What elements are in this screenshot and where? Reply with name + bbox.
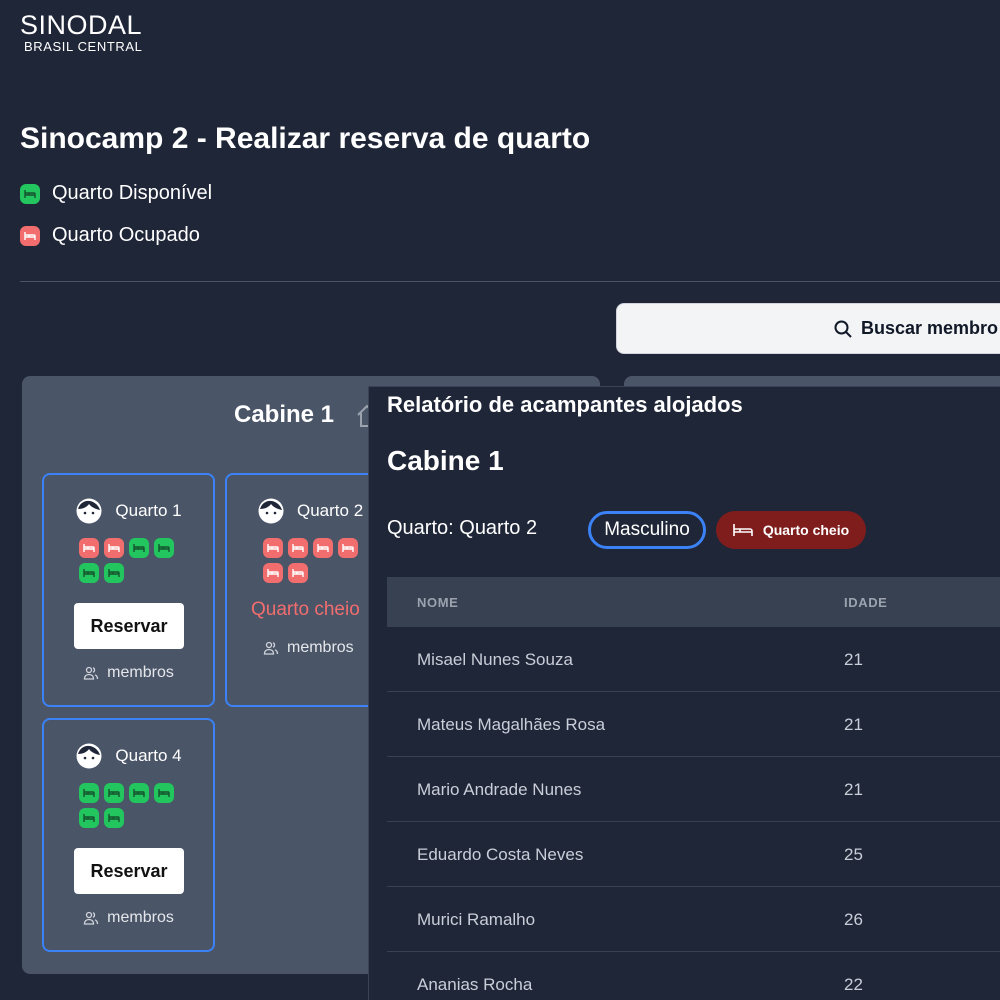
room-beds [79, 538, 189, 583]
row-name: Mario Andrade Nunes [417, 780, 582, 799]
table-row: Mario Andrade Nunes 21 [387, 757, 1000, 822]
bed-occupied-icon [288, 563, 308, 583]
brand-name: SINODAL [20, 10, 143, 40]
bed-available-icon [79, 783, 99, 803]
room-name: Quarto 4 [115, 746, 182, 765]
row-age: 22 [844, 975, 863, 994]
report-room-label: Quarto: Quarto 2 [387, 517, 538, 539]
brand-sub: BRASIL CENTRAL [24, 39, 143, 54]
boy-face-icon [76, 498, 102, 524]
room-name: Quarto 1 [115, 501, 182, 520]
room-full-text: Quarto cheio [251, 599, 360, 620]
legend-available: Quarto Disponível [20, 182, 212, 205]
room-beds [79, 783, 189, 828]
row-age: 25 [844, 845, 863, 864]
search-member-button[interactable]: Buscar membro [616, 303, 1000, 354]
bed-occupied-icon [263, 538, 283, 558]
table-body: Misael Nunes Souza 21 Mateus Magalhães R… [387, 627, 1000, 1000]
bed-available-icon [154, 783, 174, 803]
table-row: Misael Nunes Souza 21 [387, 627, 1000, 692]
bed-available-icon [129, 538, 149, 558]
users-icon [84, 911, 99, 925]
row-name: Mateus Magalhães Rosa [417, 715, 606, 734]
users-icon [84, 666, 99, 680]
brand-logo: SINODAL BRASIL CENTRAL [20, 10, 142, 54]
users-icon [263, 641, 279, 655]
room-card-1[interactable]: Quarto 1 Reservar membros [42, 473, 215, 707]
members-label: membros [287, 639, 354, 656]
room-card-4[interactable]: Quarto 4 Reservar membros [42, 718, 215, 952]
report-panel: Relatório de acampantes alojados Cabine … [368, 386, 1000, 1000]
boy-face-icon [76, 743, 102, 769]
bed-available-icon [20, 183, 40, 204]
table-row: Ananias Rocha 22 [387, 952, 1000, 1000]
row-age: 21 [844, 780, 863, 799]
table-header: NOME IDADE [387, 577, 1000, 627]
cabin-title: Cabine 1 [234, 401, 335, 428]
report-title: Relatório de acampantes alojados [387, 392, 743, 417]
table-row: Murici Ramalho 26 [387, 887, 1000, 952]
bed-available-icon [79, 808, 99, 828]
bed-occupied-icon [104, 538, 124, 558]
room-full-badge: Quarto cheio [716, 511, 866, 549]
row-age: 26 [844, 910, 863, 929]
search-icon [834, 320, 852, 338]
room-full-badge-label: Quarto cheio [762, 522, 850, 538]
legend-occupied: Quarto Ocupado [20, 224, 200, 247]
row-name: Misael Nunes Souza [417, 650, 573, 669]
room-name: Quarto 2 [297, 501, 364, 520]
bed-available-icon [104, 563, 124, 583]
bed-available-icon [104, 783, 124, 803]
table-row: Eduardo Costa Neves 25 [387, 822, 1000, 887]
row-age: 21 [844, 715, 863, 734]
bed-icon [733, 524, 753, 536]
boy-face-icon [258, 498, 284, 524]
reserve-button[interactable]: Reservar [74, 603, 184, 649]
row-age: 21 [844, 650, 863, 669]
bed-occupied-icon [263, 563, 283, 583]
bed-available-icon [79, 563, 99, 583]
search-member-label: Buscar membro [861, 318, 999, 338]
section-divider [20, 281, 1000, 282]
room-beds [263, 538, 373, 583]
row-name: Ananias Rocha [417, 975, 533, 994]
bed-available-icon [129, 783, 149, 803]
column-age: IDADE [844, 595, 888, 610]
members-label: membros [107, 909, 174, 926]
bed-occupied-icon [313, 538, 333, 558]
bed-occupied-icon [288, 538, 308, 558]
column-name: NOME [417, 595, 459, 610]
bed-occupied-icon [338, 538, 358, 558]
room-header: Quarto 4 [44, 742, 213, 770]
report-cabin-title: Cabine 1 [387, 445, 504, 476]
gender-badge: Masculino [588, 511, 706, 549]
bed-available-icon [154, 538, 174, 558]
bed-available-icon [104, 808, 124, 828]
bed-occupied-icon [20, 225, 40, 246]
legend-occupied-label: Quarto Ocupado [52, 224, 200, 246]
members-link[interactable]: membros [44, 909, 213, 927]
reserve-button[interactable]: Reservar [74, 848, 184, 894]
table-row: Mateus Magalhães Rosa 21 [387, 692, 1000, 757]
row-name: Eduardo Costa Neves [417, 845, 584, 864]
room-header: Quarto 1 [44, 497, 213, 525]
members-link[interactable]: membros [44, 664, 213, 682]
bed-occupied-icon [79, 538, 99, 558]
page-title: Sinocamp 2 - Realizar reserva de quarto [20, 122, 591, 155]
legend-available-label: Quarto Disponível [52, 182, 213, 204]
row-name: Murici Ramalho [417, 910, 536, 929]
members-label: membros [107, 664, 174, 681]
